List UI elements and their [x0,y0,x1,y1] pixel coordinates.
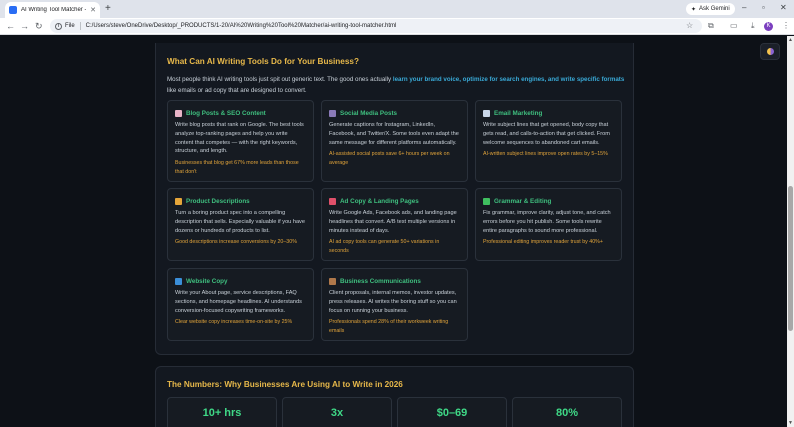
intro-paragraph: Most people think AI writing tools just … [167,74,625,96]
card-description: Turn a boring product spec into a compel… [175,210,305,234]
scroll-up-icon[interactable]: ▲ [788,37,793,43]
stat-card: 80% [512,397,622,427]
tag-icon [175,198,182,205]
sidebar-icon[interactable]: ▭ [730,21,738,31]
intro-text-end: like emails or ad copy that are designed… [167,87,307,94]
close-window-icon[interactable]: ✕ [780,3,787,13]
browser-tab-bar: AI Writing Tool Matcher - Baker ✕ + ✦ As… [0,0,794,18]
ask-gemini-label: Ask Gemini [699,6,730,12]
stat-card: 10+ hrs [167,397,277,427]
card-description: Generate captions for Instagram, LinkedI… [329,122,459,146]
card-stat: AI ad copy tools can generate 50+ variat… [329,239,440,254]
briefcase-icon [329,278,336,285]
card-stat: Professionals spend 28% of their workwee… [329,319,449,334]
divider [79,22,81,30]
stat-value: 10+ hrs [202,407,242,419]
card-title: Email Marketing [494,110,543,117]
file-scheme-label: File [65,23,75,29]
stat-card: 3x [282,397,392,427]
download-icon[interactable]: ⤓ [751,21,755,31]
card-website-copy: Website Copy Write your About page, serv… [167,268,314,341]
card-product-descriptions: Product Descriptions Turn a boring produ… [167,188,314,261]
browser-toolbar: ← → ↻ i File C:/Users/steve/OneDrive/Des… [0,18,794,35]
card-grammar-editing: Grammar & Editing Fix grammar, improve c… [475,188,622,261]
globe-icon [175,278,182,285]
card-stat: Good descriptions increase conversions b… [175,239,297,246]
card-description: Client proposals, internal memos, invest… [329,290,457,314]
phone-icon [329,110,336,117]
card-title: Grammar & Editing [494,198,552,205]
favicon-icon [9,6,17,14]
stat-value: $0–69 [436,407,468,419]
back-icon[interactable]: ← [6,20,15,32]
new-tab-icon[interactable]: + [105,3,111,15]
intro-text-start: Most people think AI writing tools just … [167,76,393,83]
card-stat: Professional editing improves reader tru… [483,239,603,246]
card-description: Fix grammar, improve clarity, adjust ton… [483,210,611,234]
card-title: Website Copy [186,278,228,285]
scrollbar-thumb[interactable] [788,186,793,331]
card-email-marketing: Email Marketing Write subject lines that… [475,100,622,182]
menu-icon[interactable]: ⋮ [782,21,790,31]
section-title: What Can AI Writing Tools Do for Your Bu… [167,57,359,66]
card-title: Social Media Posts [340,110,398,117]
card-description: Write subject lines that get opened, bod… [483,122,610,146]
card-social-media: Social Media Posts Generate captions for… [321,100,468,182]
use-cases-section: What Can AI Writing Tools Do for Your Bu… [155,43,634,355]
stat-value: 3x [330,407,344,419]
card-business-communications: Business Communications Client proposals… [321,268,468,341]
profile-avatar[interactable]: K [764,22,773,31]
section-title: The Numbers: Why Businesses Are Using AI… [167,380,403,389]
card-stat: AI-written subject lines improve open ra… [483,151,608,158]
tab-title: AI Writing Tool Matcher - Baker [21,7,86,13]
document-icon [175,110,182,117]
scroll-down-icon[interactable]: ▼ [788,420,793,426]
card-title: Business Communications [340,278,421,285]
card-ad-copy: Ad Copy & Landing Pages Write Google Ads… [321,188,468,261]
bookmark-star-icon[interactable]: ☆ [686,21,693,31]
card-description: Write your About page, service descripti… [175,290,302,314]
card-stat: AI-assisted social posts save 6+ hours p… [329,151,450,166]
card-title: Ad Copy & Landing Pages [340,198,419,205]
card-description: Write Google Ads, Facebook ads, and land… [329,210,457,234]
address-bar[interactable]: i File C:/Users/steve/OneDrive/Desktop/_… [50,19,702,33]
forward-icon[interactable]: → [20,20,29,32]
megaphone-icon [329,198,336,205]
minimize-icon[interactable]: – [742,3,746,13]
info-icon[interactable]: i [55,22,62,30]
gemini-sparkle-icon: ✦ [691,6,697,13]
stat-card: $0–69 [397,397,507,427]
checkmark-icon [483,198,490,205]
page-viewport: What Can AI Writing Tools Do for Your Bu… [0,36,786,427]
ask-gemini-button[interactable]: ✦ Ask Gemini [686,3,735,15]
card-stat: Businesses that blog get 67% more leads … [175,160,299,175]
theme-icon [766,48,774,55]
card-title: Blog Posts & SEO Content [186,110,266,117]
extensions-icon[interactable]: ⧉ [708,21,714,31]
card-title: Product Descriptions [186,198,250,205]
maximize-icon[interactable]: ▫ [762,3,765,13]
browser-tab[interactable]: AI Writing Tool Matcher - Baker ✕ [5,2,100,18]
url-text[interactable]: C:/Users/steve/OneDrive/Desktop/_PRODUCT… [86,23,397,29]
reload-icon[interactable]: ↻ [35,20,43,32]
page-scrollbar[interactable]: ▲ ▼ [787,36,794,427]
card-stat: Clear website copy increases time-on-sit… [175,319,293,326]
card-blog-posts: Blog Posts & SEO Content Write blog post… [167,100,314,182]
card-description: Write blog posts that rank on Google. Th… [175,122,304,155]
tab-close-icon[interactable]: ✕ [90,6,96,14]
numbers-section: The Numbers: Why Businesses Are Using AI… [155,366,634,427]
envelope-icon [483,110,490,117]
stat-value: 80% [555,407,579,419]
theme-toggle-button[interactable] [760,43,780,60]
intro-highlight: learn your brand voice, optimize for sea… [392,76,625,83]
